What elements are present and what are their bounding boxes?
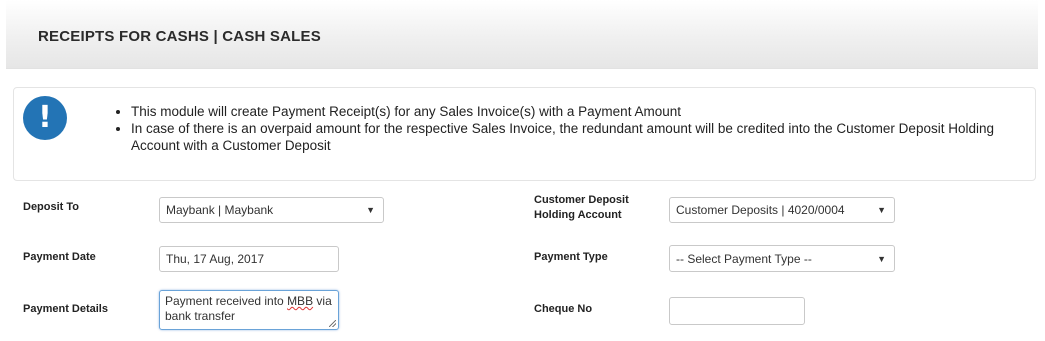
payment-type-label: Payment Type (534, 251, 608, 263)
payment-type-select[interactable]: -- Select Payment Type -- ▼ (669, 245, 895, 272)
customer-deposit-value: Customer Deposits | 4020/0004 (676, 203, 845, 217)
payment-details-value: Payment received into MBB via bank trans… (165, 294, 332, 323)
dropdown-caret-icon: ▼ (366, 205, 375, 215)
page-title: RECEIPTS FOR CASHS | CASH SALES (38, 28, 321, 45)
resize-handle-icon[interactable] (329, 320, 336, 327)
deposit-to-label: Deposit To (23, 201, 80, 213)
notice-item: This module will create Payment Receipt(… (131, 103, 1014, 120)
payment-details-textarea[interactable]: Payment received into MBB via bank trans… (159, 290, 339, 330)
cheque-no-label: Cheque No (534, 303, 593, 315)
dropdown-caret-icon: ▼ (877, 205, 886, 215)
cheque-no-input[interactable] (669, 297, 805, 325)
notice-item: In case of there is an overpaid amount f… (131, 120, 1014, 154)
payment-details-label: Payment Details (23, 303, 108, 315)
notice-list: This module will create Payment Receipt(… (114, 103, 1014, 154)
deposit-to-select[interactable]: Maybank | Maybank ▼ (159, 197, 384, 223)
info-notice: ! This module will create Payment Receip… (13, 87, 1036, 181)
page-header: RECEIPTS FOR CASHS | CASH SALES (6, 0, 1038, 69)
payment-type-value: -- Select Payment Type -- (676, 251, 812, 266)
customer-deposit-label: Customer Deposit Holding Account (534, 194, 629, 221)
deposit-to-value: Maybank | Maybank (166, 203, 274, 217)
payment-date-label: Payment Date (23, 251, 96, 263)
exclamation-icon: ! (23, 96, 67, 140)
payment-date-value: Thu, 17 Aug, 2017 (166, 252, 265, 266)
dropdown-caret-icon: ▼ (877, 253, 886, 264)
payment-date-input[interactable]: Thu, 17 Aug, 2017 (159, 246, 339, 272)
customer-deposit-select[interactable]: Customer Deposits | 4020/0004 ▼ (669, 197, 895, 223)
